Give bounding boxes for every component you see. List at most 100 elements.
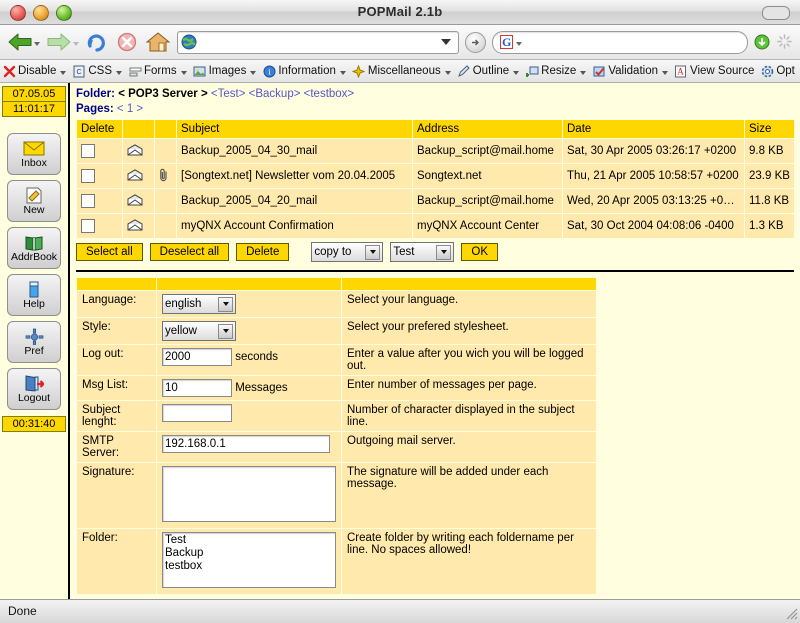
folder-link-testbox[interactable]: <testbox> [304, 88, 355, 100]
chevron-down-icon[interactable] [339, 70, 346, 75]
sidebar-item-label: Inbox [21, 157, 47, 169]
sidebar-item-help[interactable]: Help [7, 274, 61, 316]
devbar-item-disable[interactable]: Disable [0, 60, 70, 82]
toolbar-toggle-button[interactable] [762, 6, 790, 20]
row-subject-cell[interactable]: myQNX Account Confirmation [176, 213, 413, 239]
back-history-caret-icon[interactable] [34, 42, 40, 46]
row-attachment-cell [154, 138, 177, 164]
table-row[interactable]: Backup_2005_04_20_mail Backup_script@mai… [76, 188, 795, 214]
subject-length-input[interactable] [162, 404, 232, 422]
chevron-down-icon[interactable] [218, 323, 233, 339]
url-dropdown-caret-icon[interactable] [441, 39, 451, 45]
reload-button[interactable] [85, 31, 109, 53]
forms-icon [128, 64, 142, 78]
devbar-item-options[interactable]: Opt [758, 60, 799, 82]
row-delete-cell[interactable] [76, 138, 123, 164]
delete-checkbox[interactable] [81, 194, 95, 208]
prefs-header-control [156, 277, 342, 291]
url-bar[interactable] [177, 30, 459, 54]
chevron-down-icon[interactable] [180, 70, 187, 75]
url-input[interactable] [197, 32, 437, 52]
column-header-subject[interactable]: Subject [176, 119, 413, 139]
row-delete-cell[interactable] [76, 188, 123, 214]
search-input[interactable] [527, 34, 740, 50]
row-delete-cell[interactable] [76, 163, 123, 189]
devbar-item-forms[interactable]: Forms [126, 60, 191, 82]
column-header-address[interactable]: Address [412, 119, 563, 139]
delete-checkbox[interactable] [81, 144, 95, 158]
sidebar-item-logout[interactable]: Logout [7, 368, 61, 410]
search-engine-caret-icon[interactable] [516, 42, 523, 46]
row-delete-cell[interactable] [76, 213, 123, 239]
devbar-item-outline[interactable]: Outline [455, 60, 523, 82]
devbar-item-resize[interactable]: Resize [523, 60, 590, 82]
back-button[interactable] [7, 31, 40, 53]
table-row[interactable]: [Songtext.net] Newsletter vom 20.04.2005… [76, 163, 795, 189]
row-subject-cell[interactable]: Backup_2005_04_20_mail [176, 188, 413, 214]
sidebar-item-label: Pref [24, 345, 44, 357]
delete-button[interactable]: Delete [236, 243, 290, 261]
folder-select[interactable]: Test [390, 242, 455, 262]
column-header-delete[interactable]: Delete [76, 119, 123, 139]
prefs-control [156, 431, 342, 463]
language-select[interactable]: english [162, 294, 236, 314]
resize-icon [525, 64, 539, 78]
devbar-item-images[interactable]: Images [191, 60, 261, 82]
google-search-engine-icon[interactable]: G [500, 35, 514, 49]
sidebar-item-inbox[interactable]: Inbox [7, 133, 61, 175]
select-all-button[interactable]: Select all [76, 243, 143, 261]
folder-textarea[interactable]: Test Backup testbox [162, 532, 336, 588]
delete-checkbox[interactable] [81, 219, 95, 233]
ok-button[interactable]: OK [461, 243, 498, 261]
window-resize-grip[interactable] [784, 606, 798, 620]
devbar-item-validation[interactable]: Validation [590, 60, 672, 82]
row-status-cell [122, 163, 155, 189]
chevron-down-icon[interactable] [436, 244, 452, 260]
folder-link-backup[interactable]: <Backup> [249, 88, 301, 100]
stop-button[interactable] [115, 31, 139, 53]
prefs-hint: Create folder by writing each foldername… [341, 528, 597, 595]
chevron-down-icon[interactable] [60, 70, 67, 75]
folder-link-test[interactable]: <Test> [211, 88, 246, 100]
chevron-down-icon[interactable] [116, 70, 123, 75]
logout-seconds-input[interactable] [162, 348, 232, 366]
prefs-label: SMTP Server: [76, 431, 157, 463]
style-select[interactable]: yellow [162, 321, 236, 341]
devbar-item-css[interactable]: C CSS [70, 60, 126, 82]
row-subject-cell[interactable]: Backup_2005_04_30_mail [176, 138, 413, 164]
devbar-item-miscellaneous[interactable]: Miscellaneous [350, 60, 455, 82]
sidebar-item-new[interactable]: New [7, 180, 61, 222]
column-header-size[interactable]: Size [744, 119, 795, 139]
search-bar[interactable]: G [492, 30, 748, 54]
folder-breadcrumb: Folder: < POP3 Server > <Test> <Backup> … [76, 87, 800, 101]
sidebar-item-pref[interactable]: Pref [7, 321, 61, 363]
downloads-button[interactable] [754, 33, 770, 51]
delete-checkbox[interactable] [81, 169, 95, 183]
chevron-down-icon[interactable] [250, 70, 257, 75]
devbar-item-view-source[interactable]: A View Source [672, 60, 758, 82]
prefs-row-msglist: Msg List: Messages Enter number of messa… [76, 375, 597, 401]
home-button[interactable] [145, 31, 171, 53]
go-button[interactable] [465, 31, 486, 53]
forward-button[interactable] [46, 31, 79, 53]
chevron-down-icon[interactable] [661, 70, 668, 75]
chevron-down-icon[interactable] [513, 70, 520, 75]
deselect-all-button[interactable]: Deselect all [149, 243, 230, 261]
row-subject-cell[interactable]: [Songtext.net] Newsletter vom 20.04.2005 [176, 163, 413, 189]
column-header-date[interactable]: Date [562, 119, 745, 139]
download-icon [754, 34, 770, 50]
page-link-1[interactable]: < 1 > [117, 103, 143, 115]
chevron-down-icon[interactable] [218, 296, 233, 312]
msg-list-input[interactable] [162, 379, 232, 397]
prefs-hint: Outgoing mail server. [341, 431, 597, 463]
devbar-item-information[interactable]: i Information [260, 60, 350, 82]
smtp-server-input[interactable] [162, 435, 330, 453]
chevron-down-icon[interactable] [580, 70, 587, 75]
table-row[interactable]: Backup_2005_04_30_mail Backup_script@mai… [76, 138, 795, 164]
chevron-down-icon[interactable] [444, 70, 451, 75]
chevron-down-icon[interactable] [365, 244, 381, 260]
sidebar-item-addrbook[interactable]: AddrBook [7, 227, 61, 269]
action-select[interactable]: copy to [311, 242, 384, 262]
table-row[interactable]: myQNX Account Confirmation myQNX Account… [76, 213, 795, 239]
signature-textarea[interactable] [162, 466, 336, 522]
